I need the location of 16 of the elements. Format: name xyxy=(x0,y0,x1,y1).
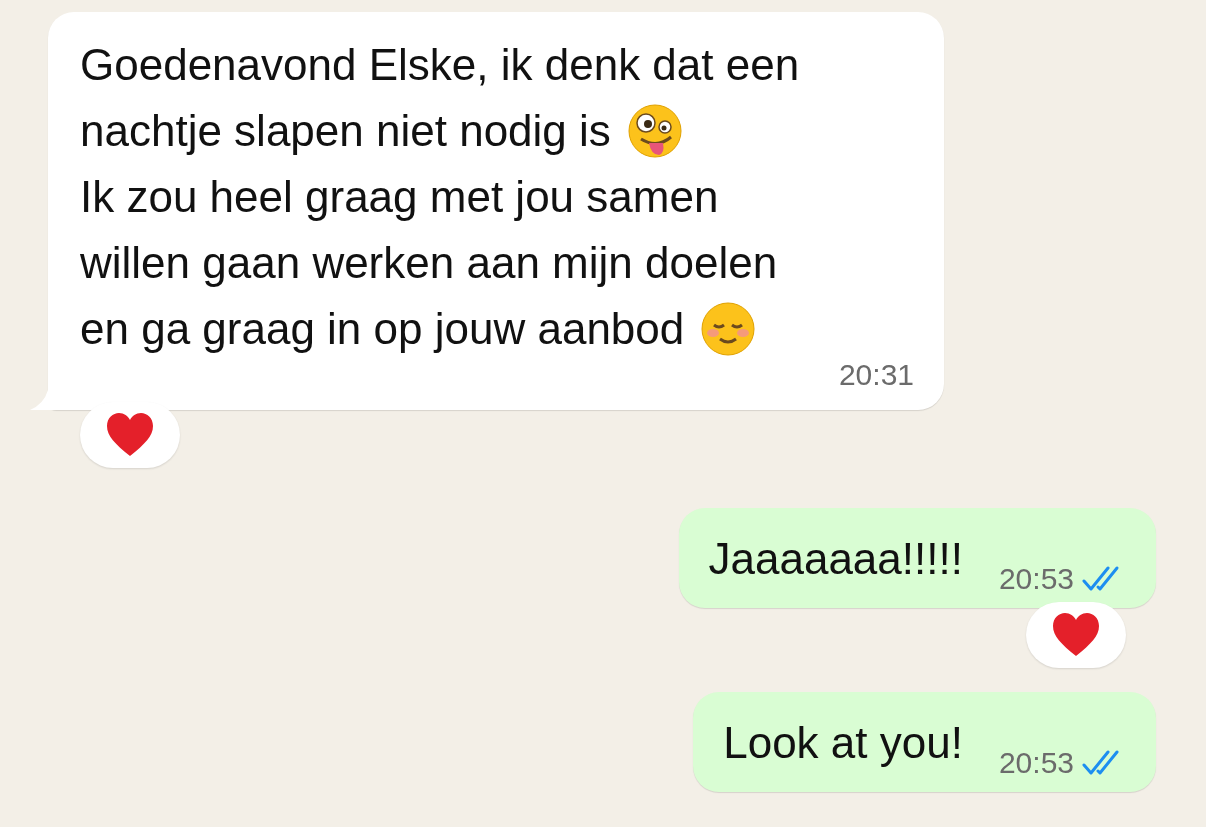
message-text: Ik zou heel graag met jou samen xyxy=(80,171,719,223)
zany-face-icon xyxy=(626,103,683,159)
heart-icon xyxy=(105,412,155,458)
message-text: Jaaaaaaa!!!!! xyxy=(708,533,963,585)
message-text: en ga graag in op jouw aanbod xyxy=(80,303,685,355)
message-time: 20:53 xyxy=(998,746,1074,780)
heart-icon xyxy=(1051,612,1101,658)
message-text: Look at you! xyxy=(723,717,963,769)
message-text: nachtje slapen niet nodig is xyxy=(80,105,611,157)
message-time: 20:53 xyxy=(998,562,1074,596)
message-text: willen gaan werken aan mijn doelen xyxy=(80,237,778,289)
message-text: Goedenavond Elske, ik denk dat een xyxy=(80,39,800,91)
smiling-face-icon xyxy=(700,301,757,357)
reaction-badge[interactable] xyxy=(1026,602,1126,668)
message-time: 20:31 xyxy=(838,358,914,392)
reaction-badge[interactable] xyxy=(80,402,180,468)
